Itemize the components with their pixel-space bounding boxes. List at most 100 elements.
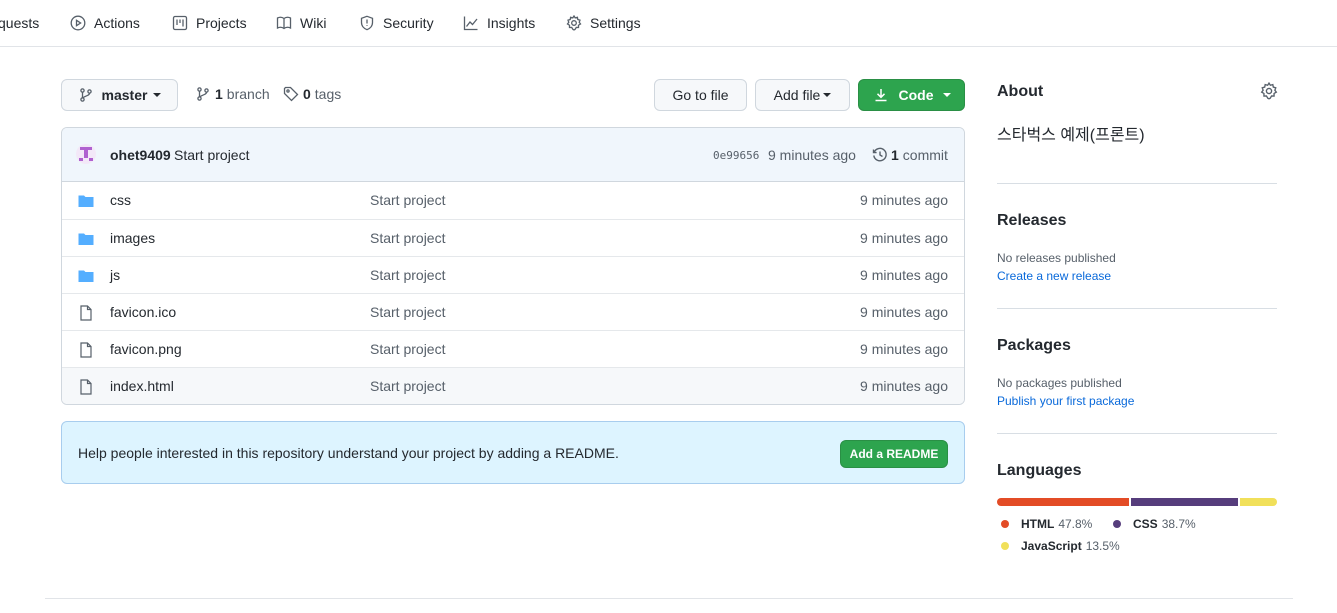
commit-message[interactable]: Start project — [174, 147, 249, 163]
code-button[interactable]: Code — [858, 79, 965, 111]
tag-count: 0 — [303, 86, 311, 102]
file-name[interactable]: js — [110, 267, 120, 283]
play-icon — [70, 15, 86, 31]
divider — [997, 308, 1277, 309]
create-release-link[interactable]: Create a new release — [997, 269, 1111, 283]
tags-link[interactable]: 0 tags — [283, 86, 341, 102]
language-item-css[interactable]: CSS 38.7% — [1113, 517, 1196, 531]
folder-icon — [78, 195, 94, 207]
tab-actions[interactable]: Actions — [70, 13, 140, 33]
branch-label: branch — [226, 86, 270, 102]
file-time: 9 minutes ago — [860, 341, 948, 357]
file-commit-message[interactable]: Start project — [370, 267, 445, 283]
branches-link[interactable]: 1 branch — [195, 86, 270, 102]
file-commit-message[interactable]: Start project — [370, 378, 445, 394]
languages-heading: Languages — [997, 462, 1082, 479]
history-icon — [872, 147, 887, 162]
branch-count: 1 — [215, 86, 223, 102]
file-name[interactable]: favicon.png — [110, 341, 182, 357]
branch-name: master — [101, 87, 148, 103]
file-name[interactable]: favicon.ico — [110, 304, 176, 320]
tab-insights[interactable]: Insights — [463, 13, 535, 33]
language-bar-segment-javascript — [1239, 498, 1277, 506]
file-name[interactable]: index.html — [110, 378, 174, 394]
project-icon — [172, 15, 188, 31]
language-item-html[interactable]: HTML 47.8% — [1001, 517, 1092, 531]
tab-label: Actions — [94, 15, 140, 31]
language-color-dot — [1001, 520, 1009, 528]
chevron-down-icon — [942, 93, 951, 97]
tab-pull-requests[interactable]: quests — [0, 13, 39, 33]
file-icon — [80, 379, 92, 395]
repo-description: 스타벅스 예제(프론트) — [997, 127, 1145, 144]
commit-history-link[interactable]: 1 commit — [872, 147, 948, 163]
file-commit-message[interactable]: Start project — [370, 230, 445, 246]
tab-label: quests — [0, 15, 40, 31]
footer-divider — [45, 598, 1293, 599]
divider — [997, 183, 1277, 184]
language-bar-segment-html — [997, 498, 1129, 506]
avatar[interactable] — [76, 144, 96, 164]
add-file-label: Add file — [773, 87, 821, 103]
commit-hash[interactable]: 0e99656 — [713, 149, 759, 162]
file-icon — [80, 305, 92, 321]
folder-icon — [78, 270, 94, 282]
tag-icon — [283, 86, 299, 102]
go-to-file-button[interactable]: Go to file — [654, 79, 747, 111]
language-color-dot — [1001, 542, 1009, 550]
file-row[interactable]: images Start project 9 minutes ago — [62, 219, 964, 256]
releases-heading[interactable]: Releases — [997, 212, 1066, 230]
tab-settings[interactable]: Settings — [566, 13, 641, 33]
file-icon — [80, 342, 92, 358]
add-readme-button[interactable]: Add a README — [840, 440, 948, 468]
file-listing: ohet9409 Start project 0e99656 9 minutes… — [61, 127, 965, 405]
add-file-button[interactable]: Add file — [755, 79, 850, 111]
file-name[interactable]: images — [110, 230, 155, 246]
file-row[interactable]: favicon.ico Start project 9 minutes ago — [62, 293, 964, 330]
gear-icon[interactable] — [1260, 82, 1278, 100]
go-to-file-label: Go to file — [672, 87, 729, 103]
about-heading: About — [997, 83, 1044, 100]
book-icon — [276, 16, 292, 30]
publish-package-link[interactable]: Publish your first package — [997, 394, 1134, 408]
file-name[interactable]: css — [110, 192, 131, 208]
tab-label: Insights — [487, 15, 536, 31]
file-row[interactable]: favicon.png Start project 9 minutes ago — [62, 330, 964, 367]
file-time: 9 minutes ago — [860, 230, 948, 246]
language-percent: 38.7% — [1161, 517, 1196, 531]
commit-author[interactable]: ohet9409 — [110, 147, 171, 163]
latest-commit-row: ohet9409 Start project 0e99656 9 minutes… — [62, 128, 964, 182]
file-time: 9 minutes ago — [860, 267, 948, 283]
graph-icon — [463, 16, 478, 31]
file-commit-message[interactable]: Start project — [370, 304, 445, 320]
file-row[interactable]: js Start project 9 minutes ago — [62, 256, 964, 293]
language-name: HTML — [1021, 517, 1055, 531]
chevron-down-icon — [153, 93, 162, 97]
no-packages-text: No packages published — [997, 376, 1122, 390]
folder-icon — [78, 233, 94, 245]
tab-label: Projects — [196, 15, 247, 31]
file-commit-message[interactable]: Start project — [370, 341, 445, 357]
tab-label: Security — [383, 15, 434, 31]
branch-select-button[interactable]: master — [61, 79, 178, 111]
repo-nav: quests Actions Projects Wiki Security In… — [0, 0, 1337, 47]
file-row[interactable]: css Start project 9 minutes ago — [62, 182, 964, 219]
language-item-javascript[interactable]: JavaScript 13.5% — [1001, 539, 1120, 553]
tab-wiki[interactable]: Wiki — [276, 13, 326, 33]
tag-label: tags — [314, 86, 342, 102]
file-time: 9 minutes ago — [860, 304, 948, 320]
gear-icon — [566, 15, 582, 31]
tab-label: Wiki — [300, 15, 327, 31]
tab-projects[interactable]: Projects — [172, 13, 247, 33]
file-commit-message[interactable]: Start project — [370, 192, 445, 208]
readme-prompt-text: Help people interested in this repositor… — [78, 445, 619, 461]
language-name: CSS — [1133, 517, 1158, 531]
file-row[interactable]: index.html Start project 9 minutes ago — [62, 367, 964, 404]
readme-banner: Help people interested in this repositor… — [61, 421, 965, 484]
divider — [997, 433, 1277, 434]
packages-heading[interactable]: Packages — [997, 337, 1071, 355]
tab-label: Settings — [590, 15, 641, 31]
tab-security[interactable]: Security — [359, 13, 434, 33]
git-branch-icon — [197, 87, 209, 101]
commit-count-label: commit — [902, 147, 948, 163]
